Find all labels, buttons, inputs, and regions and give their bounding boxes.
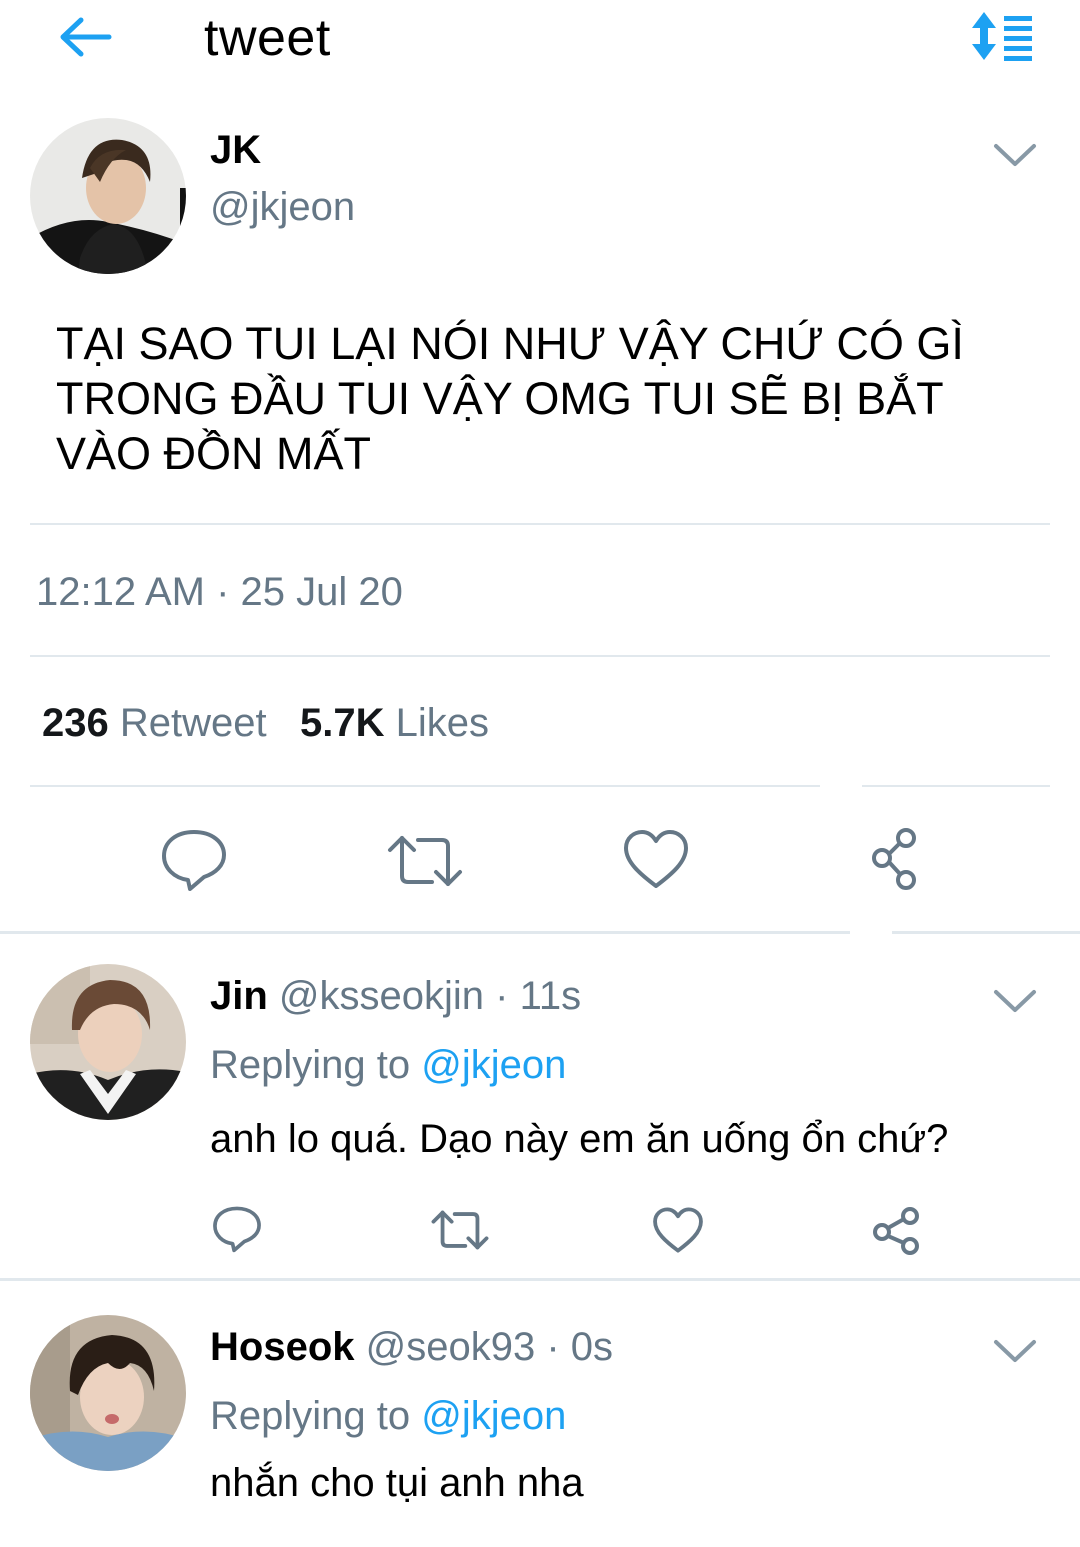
reply-text: nhắn cho tụi anh nha <box>210 1461 584 1505</box>
divider <box>30 785 820 787</box>
page-title: tweet <box>204 9 331 67</box>
chevron-down-icon[interactable] <box>992 1336 1038 1366</box>
replying-to-prefix: Replying to <box>210 1394 411 1438</box>
retweet-icon[interactable] <box>430 1208 490 1252</box>
avatar[interactable] <box>30 964 186 1120</box>
replying-to: Replying to @jkjeon <box>210 1394 566 1439</box>
divider <box>892 931 1080 934</box>
divider <box>0 1278 1080 1281</box>
reply-author-handle[interactable]: @seok93 <box>366 1325 536 1369</box>
replying-to-mention[interactable]: @jkjeon <box>421 1394 566 1438</box>
reply-author[interactable]: Jin @ksseokjin · 11s <box>210 974 581 1019</box>
replying-to-prefix: Replying to <box>210 1043 411 1087</box>
chevron-down-icon[interactable] <box>992 986 1038 1016</box>
replying-to: Replying to @jkjeon <box>210 1043 566 1088</box>
like-icon[interactable] <box>622 828 690 890</box>
back-arrow-icon[interactable] <box>55 12 115 62</box>
reply-author-name[interactable]: Hoseok <box>210 1325 355 1369</box>
divider <box>862 785 1050 787</box>
tweet-stats: 236 Retweet 5.7K Likes <box>42 701 489 746</box>
tweet-timestamp: 12:12 AM · 25 Jul 20 <box>36 570 403 614</box>
like-count[interactable]: 5.7K <box>300 701 385 745</box>
avatar[interactable] <box>30 1315 186 1471</box>
reply-time: · 11s <box>495 974 582 1018</box>
author-name[interactable]: JK <box>210 128 261 173</box>
like-icon[interactable] <box>652 1206 704 1254</box>
reply-author[interactable]: Hoseok @seok93 · 0s <box>210 1325 613 1370</box>
divider <box>30 523 1050 525</box>
chevron-down-icon[interactable] <box>992 140 1038 170</box>
retweet-count[interactable]: 236 <box>42 701 109 745</box>
retweet-icon[interactable] <box>386 832 464 890</box>
retweet-label[interactable]: Retweet <box>120 701 267 745</box>
like-label[interactable]: Likes <box>396 701 489 745</box>
author-handle[interactable]: @jkjeon <box>210 185 355 230</box>
sort-icon[interactable] <box>968 10 1036 62</box>
share-icon[interactable] <box>872 1206 922 1256</box>
reply-icon[interactable] <box>212 1204 262 1254</box>
reply-icon[interactable] <box>160 828 228 892</box>
tweet-text: TẠI SAO TUI LẠI NÓI NHƯ VẬY CHỨ CÓ GÌ TR… <box>56 318 964 479</box>
avatar[interactable] <box>30 118 186 274</box>
divider <box>30 655 1050 657</box>
reply-time: · 0s <box>546 1325 614 1369</box>
divider <box>0 931 850 934</box>
reply-author-handle[interactable]: @ksseokjin <box>279 974 484 1018</box>
share-icon[interactable] <box>872 826 924 892</box>
reply-text: anh lo quá. Dạo này em ăn uống ổn chứ? <box>210 1117 949 1161</box>
reply-author-name[interactable]: Jin <box>210 974 268 1018</box>
replying-to-mention[interactable]: @jkjeon <box>421 1043 566 1087</box>
